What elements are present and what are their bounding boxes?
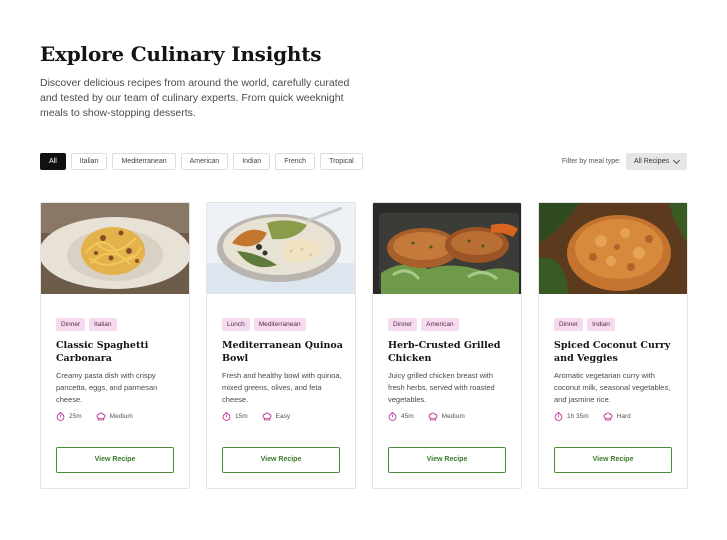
tag-cuisine: Italian [89,318,117,331]
tag-meal: Dinner [388,318,418,331]
tag-meal: Dinner [554,318,584,331]
tag-cuisine: Mediterranean [253,318,306,331]
timer-icon [554,412,563,421]
chevron-down-icon [672,156,681,164]
recipe-title: Mediterranean Quinoa Bowl [222,340,343,364]
recipe-meta: 45m Medium [388,412,465,421]
filter-chip-french[interactable]: French [275,153,316,170]
meal-type-select[interactable]: All Recipes [626,153,687,170]
recipe-tags: Dinner Indian [554,318,615,331]
recipe-description: Aromatic vegetarian curry with coconut m… [554,371,671,404]
recipe-difficulty: Medium [109,413,133,420]
recipe-time: 25m [69,413,82,420]
recipe-tags: Lunch Mediterranean [222,318,306,331]
recipe-meta: 15m Easy [222,412,290,421]
recipe-difficulty: Medium [441,413,465,420]
view-recipe-button[interactable]: View Recipe [388,447,506,473]
view-recipe-button[interactable]: View Recipe [222,447,340,473]
recipe-image-carbonara [41,203,189,294]
recipe-card: Dinner Italian Classic Spaghetti Carbona… [40,202,190,489]
view-recipe-button[interactable]: View Recipe [56,447,174,473]
recipe-card: Dinner Indian Spiced Coconut Curry and V… [538,202,688,489]
chef-hat-icon [428,412,438,421]
cuisine-filters: All Italian Mediterranean American India… [40,153,363,170]
recipe-image-coconut-curry [539,203,687,294]
recipe-meta: 1h 35m Hard [554,412,631,421]
filter-chip-tropical[interactable]: Tropical [320,153,363,170]
recipe-grid: Dinner Italian Classic Spaghetti Carbona… [40,202,688,489]
recipe-card: Lunch Mediterranean Mediterranean Quinoa… [206,202,356,489]
recipe-tags: Dinner American [388,318,459,331]
timer-icon [56,412,65,421]
recipe-title: Herb-Crusted Grilled Chicken [388,340,501,364]
recipe-time: 1h 35m [567,413,589,420]
timer-icon [222,412,231,421]
timer-icon [388,412,397,421]
page-title: Explore Culinary Insights [40,42,322,66]
recipe-difficulty: Easy [275,413,291,420]
filter-chip-mediterranean[interactable]: Mediterranean [112,153,176,170]
tag-cuisine: Indian [587,318,615,331]
page-intro: Discover delicious recipes from around t… [40,77,350,119]
recipe-description: Fresh and healthy bowl with quinoa, mixe… [222,371,342,404]
meal-type-label: Filter by meal type: [561,158,621,165]
recipe-card: Dinner American Herb-Crusted Grilled Chi… [372,202,522,489]
chef-hat-icon [262,412,272,421]
tag-meal: Lunch [222,318,250,331]
tag-meal: Dinner [56,318,86,331]
meal-type-filter: Filter by meal type: All Recipes [562,153,687,170]
filter-chip-italian[interactable]: Italian [70,153,108,170]
view-recipe-button[interactable]: View Recipe [554,447,672,473]
filter-chip-all[interactable]: All [40,153,66,170]
recipe-time: 15m [235,413,248,420]
recipe-time: 45m [401,413,414,420]
recipe-description: Creamy pasta dish with crispy pancetta, … [56,371,158,404]
recipe-meta: 25m Medium [56,412,133,421]
meal-type-value: All Recipes [634,158,670,165]
chef-hat-icon [603,412,613,421]
filter-chip-american[interactable]: American [180,153,229,170]
recipe-title: Spiced Coconut Curry and Veggies [554,340,671,364]
recipe-description: Juicy grilled chicken breast with fresh … [388,371,495,404]
recipe-difficulty: Hard [616,413,631,420]
filter-chip-indian[interactable]: Indian [233,153,271,170]
recipe-title: Classic Spaghetti Carbonara [56,340,149,364]
chef-hat-icon [96,412,106,421]
recipe-image-quinoa-bowl [207,203,355,294]
recipe-image-grilled-chicken [373,203,521,294]
recipe-tags: Dinner Italian [56,318,117,331]
tag-cuisine: American [421,318,459,331]
